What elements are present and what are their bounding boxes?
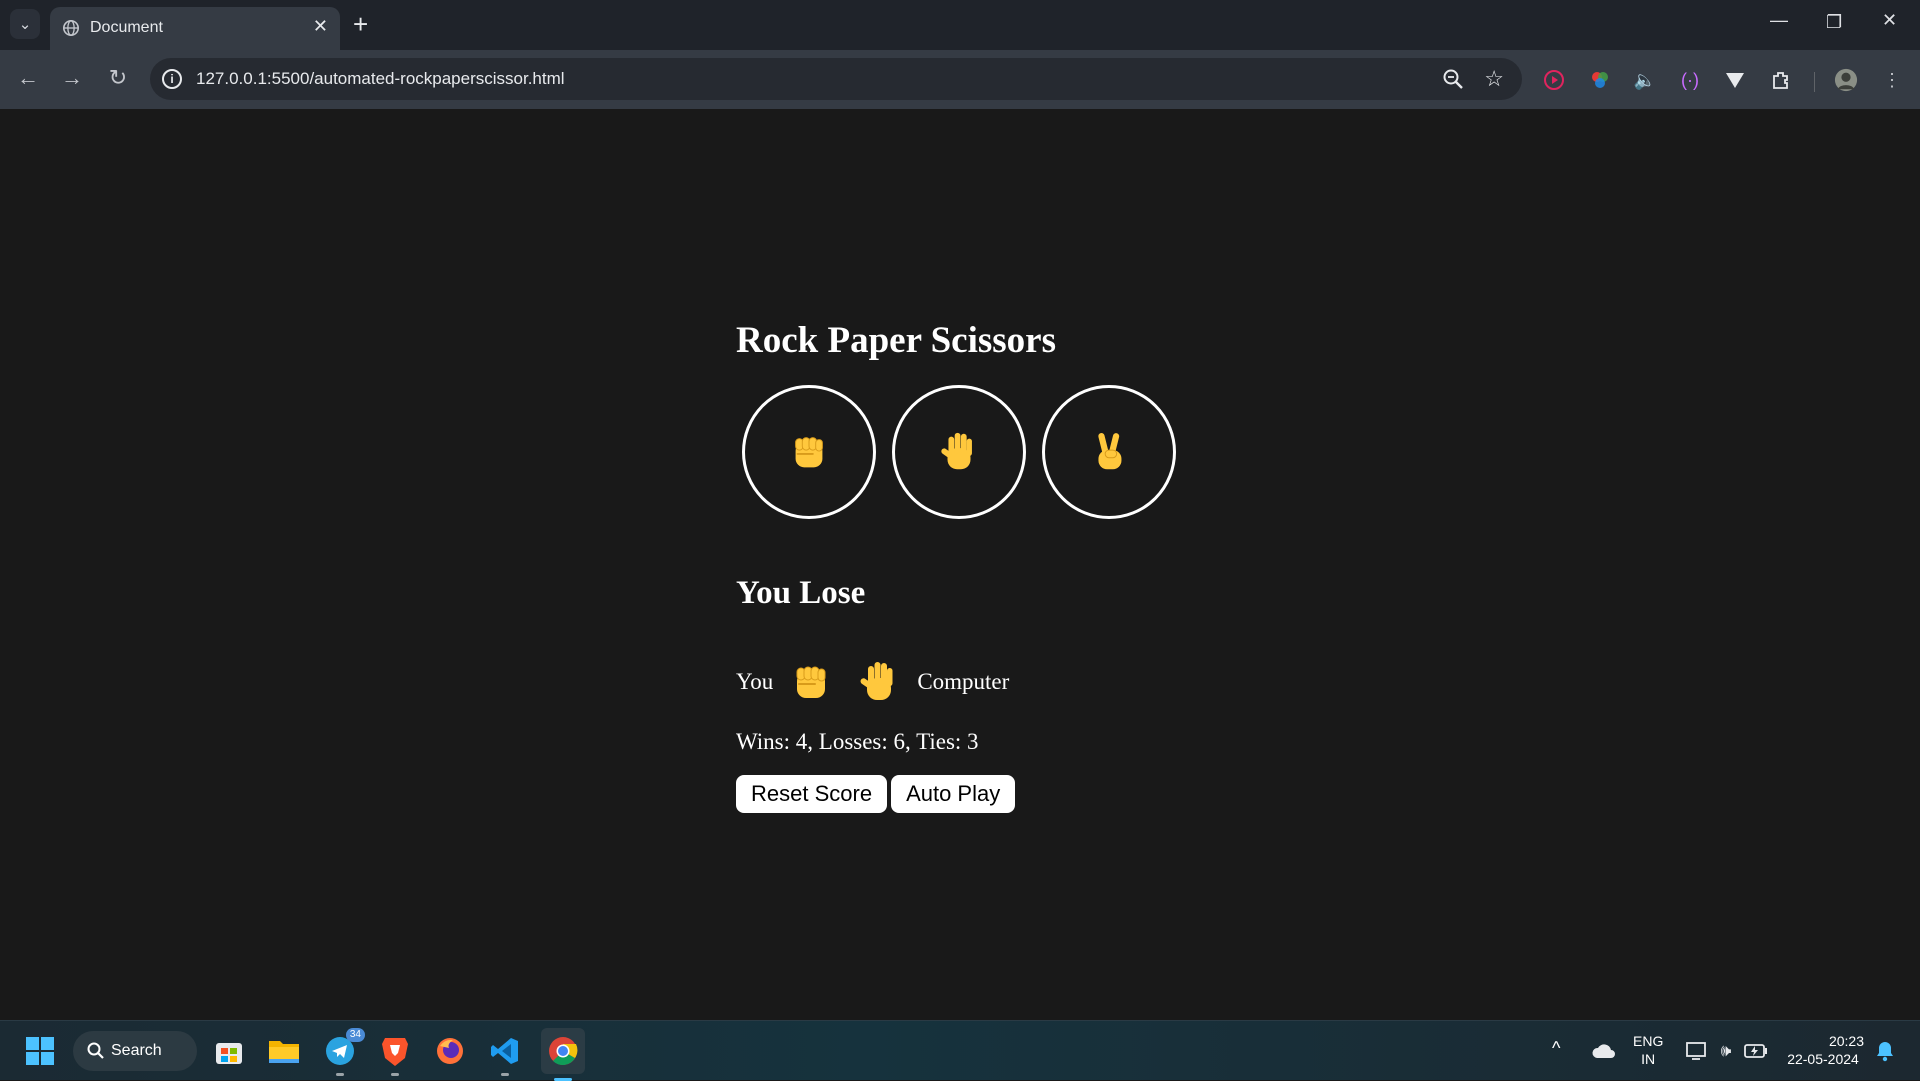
- scissors-peace-icon: [1098, 433, 1122, 470]
- computer-move-paper-icon: [860, 662, 893, 700]
- globe-icon: [62, 19, 80, 37]
- taskbar-search[interactable]: Search: [73, 1031, 197, 1071]
- brave-icon[interactable]: [376, 1032, 414, 1076]
- extensions-puzzle-icon[interactable]: [1769, 68, 1793, 92]
- you-label: You: [736, 669, 774, 694]
- move-buttons: [742, 385, 1176, 519]
- microsoft-store-icon[interactable]: [210, 1032, 248, 1070]
- profile-avatar[interactable]: [1834, 68, 1858, 92]
- bookmark-star-icon[interactable]: ☆: [1484, 66, 1504, 92]
- extension-color-icon[interactable]: [1588, 68, 1612, 92]
- new-tab-button[interactable]: +: [353, 10, 368, 38]
- battery-icon[interactable]: [1737, 1032, 1775, 1070]
- paper-hand-icon: [941, 432, 972, 470]
- site-info-icon[interactable]: i: [162, 69, 182, 89]
- windows-start-icon[interactable]: [21, 1032, 59, 1070]
- result-text: You Lose: [736, 575, 866, 611]
- language-indicator[interactable]: ENG IN: [1633, 1032, 1663, 1068]
- vscode-icon[interactable]: [486, 1032, 524, 1076]
- forward-icon[interactable]: →: [58, 64, 86, 92]
- restore-icon[interactable]: ❐: [1826, 12, 1842, 33]
- chrome-icon[interactable]: [541, 1028, 585, 1081]
- language-line1: ENG: [1633, 1033, 1664, 1049]
- browser-tab[interactable]: Document ✕: [50, 7, 340, 50]
- zoom-icon[interactable]: [1442, 68, 1464, 90]
- brave-running-indicator: [391, 1073, 399, 1076]
- onedrive-icon[interactable]: [1585, 1032, 1623, 1070]
- clock-time: 20:23: [1828, 1033, 1864, 1049]
- reset-score-button[interactable]: Reset Score: [736, 775, 888, 813]
- game-container: Rock Paper Scissors You Lose You Compute…: [736, 319, 1176, 813]
- toolbar-separator: [1814, 72, 1815, 92]
- computer-label: Computer: [917, 669, 1010, 694]
- address-bar[interactable]: i 127.0.0.1:5500/automated-rockpaperscis…: [150, 58, 1522, 100]
- notification-bell-icon[interactable]: [1866, 1032, 1904, 1070]
- extension-v-icon[interactable]: [1723, 68, 1747, 92]
- file-explorer-icon[interactable]: [265, 1032, 303, 1070]
- back-icon[interactable]: ←: [14, 64, 42, 92]
- rock-fist-icon: [795, 437, 823, 468]
- player-move-rock-icon: [796, 666, 826, 698]
- telegram-badge: 34: [345, 1028, 365, 1042]
- telegram-icon[interactable]: 34: [321, 1028, 365, 1076]
- tab-title: Document: [90, 19, 163, 36]
- close-window-icon[interactable]: ✕: [1882, 10, 1897, 31]
- score-text: Wins: 4, Losses: 6, Ties: 3: [736, 729, 979, 754]
- tab-search-button[interactable]: ⌄: [10, 9, 40, 39]
- language-line2: IN: [1641, 1051, 1656, 1067]
- clock[interactable]: 20:23 22-05-2024: [1782, 1032, 1864, 1068]
- extension-record-icon[interactable]: [1542, 68, 1566, 92]
- page-viewport: Rock Paper Scissors You Lose You Compute…: [0, 109, 1920, 1020]
- search-label: Search: [111, 1042, 162, 1059]
- show-hidden-icons-chevron-icon[interactable]: ^: [1552, 1039, 1560, 1057]
- minimize-icon[interactable]: —: [1770, 10, 1788, 31]
- scissors-button[interactable]: [1042, 385, 1176, 519]
- page-title: Rock Paper Scissors: [736, 320, 1056, 361]
- extension-volume-icon[interactable]: 🔈: [1633, 68, 1657, 92]
- search-icon: [87, 1042, 104, 1059]
- windows-taskbar: Search 34 ^ ENG IN 🕪 20:23 22-05-2024: [0, 1020, 1920, 1081]
- moves-display: You Computer: [736, 657, 1176, 707]
- browser-tab-bar: ⌄ Document ✕ + — ❐ ✕: [0, 0, 1920, 50]
- url-text[interactable]: 127.0.0.1:5500/automated-rockpaperscisso…: [196, 69, 565, 89]
- vscode-running-indicator: [501, 1073, 509, 1076]
- reload-icon[interactable]: ↻: [104, 64, 132, 92]
- tab-close-icon[interactable]: ✕: [313, 16, 328, 37]
- rock-button[interactable]: [742, 385, 876, 519]
- extension-radio-icon[interactable]: (·): [1678, 68, 1702, 92]
- clock-date: 22-05-2024: [1787, 1051, 1859, 1067]
- telegram-running-indicator: [336, 1073, 344, 1076]
- firefox-icon[interactable]: [431, 1032, 469, 1070]
- auto-play-button[interactable]: Auto Play: [891, 775, 1016, 813]
- action-buttons: Reset Score Auto Play: [736, 775, 1176, 813]
- browser-menu-icon[interactable]: ⋮: [1880, 68, 1904, 92]
- paper-button[interactable]: [892, 385, 1026, 519]
- browser-toolbar: ← → ↻ i 127.0.0.1:5500/automated-rockpap…: [0, 50, 1920, 109]
